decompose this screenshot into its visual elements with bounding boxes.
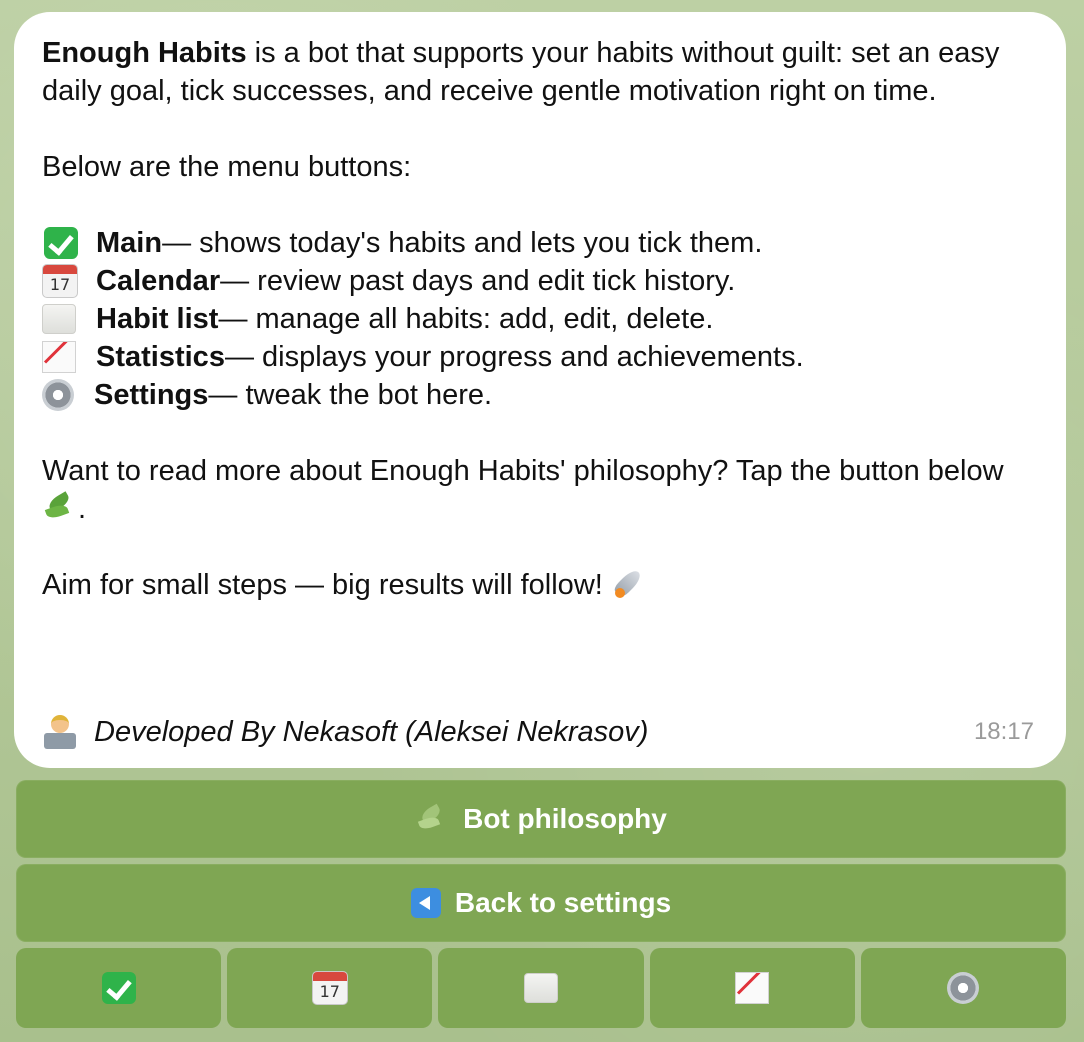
- philosophy-text: Want to read more about Enough Habits' p…: [42, 455, 1004, 487]
- gear-icon: [947, 972, 980, 1004]
- calendar-icon-day: 17: [49, 275, 71, 294]
- message-footer: Developed By Nekasoft (Aleksei Nekrasov)…: [42, 712, 1034, 752]
- rocket-icon: [611, 566, 649, 602]
- gear-icon: [42, 379, 74, 411]
- scroll-icon: [42, 304, 76, 334]
- back-to-settings-label: Back to settings: [454, 887, 672, 918]
- calendar-button[interactable]: 17: [227, 948, 433, 1028]
- menu-line-calendar: 17 Calendar — review past days and edit …: [42, 262, 1038, 300]
- aim-paragraph: Aim for small steps — big results will f…: [42, 566, 1038, 604]
- calendar-icon: 17: [42, 264, 78, 298]
- menu-heading: Below are the menu buttons:: [42, 151, 412, 183]
- check-icon: [101, 972, 136, 1004]
- leaf-icon: [42, 494, 78, 522]
- menu-name-calendar: Calendar: [96, 265, 221, 297]
- bot-philosophy-button[interactable]: Bot philosophy: [16, 780, 1066, 858]
- menu-line-main: Main — shows today's habits and lets you…: [42, 224, 1038, 262]
- menu-name-statistics: Statistics: [96, 341, 225, 373]
- statistics-button[interactable]: [649, 948, 855, 1028]
- menu-icon-row: 17: [16, 948, 1067, 1028]
- back-arrow-icon: [410, 888, 441, 918]
- scroll-icon: [524, 973, 558, 1003]
- menu-line-statistics: Statistics — displays your progress and …: [42, 338, 1038, 376]
- menu-line-settings: Settings — tweak the bot here.: [42, 376, 1038, 414]
- chart-icon: [735, 972, 770, 1004]
- settings-button[interactable]: [860, 948, 1067, 1028]
- calendar-icon: 17: [311, 971, 348, 1005]
- back-to-settings-button[interactable]: Back to settings: [16, 864, 1066, 942]
- philosophy-end: .: [78, 493, 87, 525]
- aim-text: Aim for small steps — big results will f…: [42, 569, 603, 601]
- menu-name-settings: Settings: [94, 379, 209, 411]
- chart-icon: [42, 341, 76, 373]
- habit-list-button[interactable]: [438, 948, 644, 1028]
- bot-name: Enough Habits: [42, 37, 247, 69]
- menu-desc-calendar: — review past days and edit tick history…: [220, 265, 736, 297]
- menu-name-main: Main: [96, 227, 163, 259]
- bot-philosophy-label: Bot philosophy: [463, 803, 667, 834]
- menu-desc-statistics: — displays your progress and achievement…: [224, 341, 804, 373]
- developer-credit: Developed By Nekasoft (Aleksei Nekrasov): [94, 716, 649, 748]
- menu-desc-habit-list: — manage all habits: add, edit, delete.: [218, 303, 714, 335]
- menu-desc-settings: — tweak the bot here.: [208, 379, 493, 411]
- menu-line-habit-list: Habit list — manage all habits: add, edi…: [42, 300, 1038, 338]
- menu-name-habit-list: Habit list: [96, 303, 219, 335]
- menu-desc-main: — shows today's habits and lets you tick…: [162, 227, 763, 259]
- intro-paragraph: Enough Habits is a bot that supports you…: [42, 34, 1038, 110]
- developer-icon: [42, 715, 78, 749]
- message-time: 18:17: [973, 718, 1034, 745]
- check-icon: [44, 227, 78, 259]
- philosophy-paragraph: Want to read more about Enough Habits' p…: [42, 452, 1038, 528]
- leaf-icon: [415, 804, 449, 834]
- calendar-icon-day: 17: [319, 982, 340, 1001]
- main-button[interactable]: [16, 948, 222, 1028]
- message-bubble: Enough Habits is a bot that supports you…: [14, 12, 1066, 768]
